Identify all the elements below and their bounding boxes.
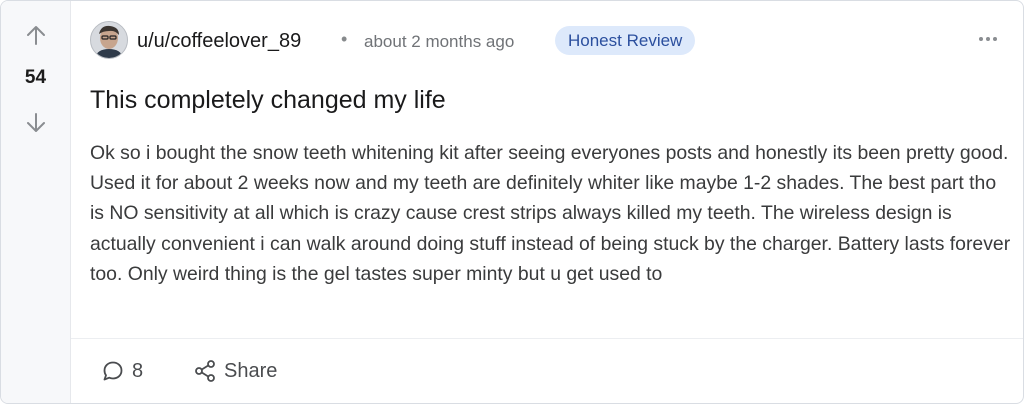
downvote-button[interactable] [23, 109, 49, 135]
avatar[interactable] [90, 21, 128, 59]
username-link[interactable]: u/u/coffeelover_89 [137, 30, 301, 53]
share-nodes-icon [195, 360, 215, 382]
share-button[interactable]: Share [193, 358, 277, 384]
vote-count: 54 [24, 67, 47, 88]
arrow-down-icon [27, 113, 45, 132]
post-title[interactable]: This completely changed my life [90, 86, 446, 115]
user-photo-icon [91, 22, 127, 58]
post-card: 54 u/u/coffeelover_89 • about 2 months a… [0, 0, 1024, 404]
vote-bar: 54 [1, 1, 71, 403]
meta-separator: • [341, 29, 348, 49]
post-footer: 8 Share [71, 338, 1023, 403]
comment-count: 8 [132, 359, 144, 382]
post-timestamp: about 2 months ago [364, 32, 515, 51]
upvote-button[interactable] [23, 23, 49, 49]
post-header: u/u/coffeelover_89 • about 2 months ago … [90, 21, 1010, 61]
flair-badge[interactable]: Honest Review [555, 26, 696, 55]
more-horizontal-icon [979, 37, 997, 41]
post-body: Ok so i bought the snow teeth whitening … [90, 142, 1011, 285]
arrow-up-icon [27, 26, 45, 45]
comments-button[interactable]: 8 [101, 358, 143, 384]
more-options-button[interactable] [975, 29, 1001, 49]
speech-bubble-icon [103, 361, 123, 381]
share-label: Share [224, 359, 278, 382]
